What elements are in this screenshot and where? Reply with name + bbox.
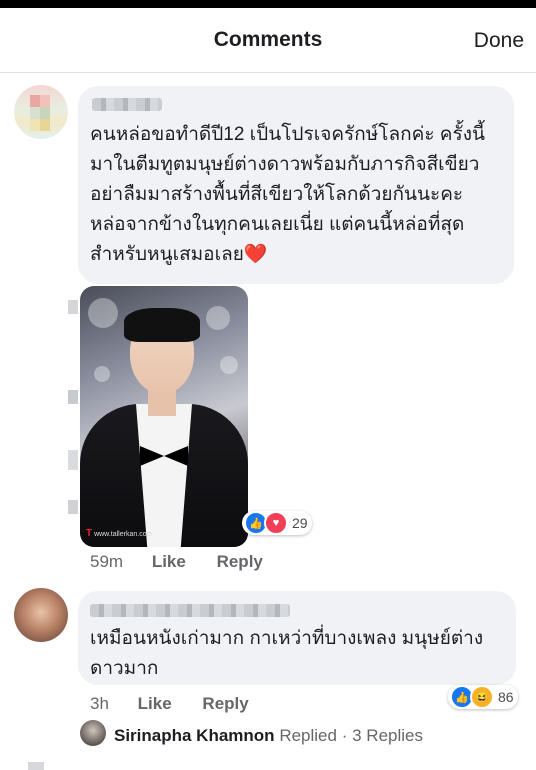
reaction-count: 29 bbox=[292, 515, 308, 531]
reaction-summary[interactable]: 👍 ♥ 29 bbox=[242, 511, 312, 535]
heart-icon: ♥ bbox=[264, 511, 288, 535]
comment-bubble: เหมือนหนังเก่ามาก กาเหว่าที่บางเพลง มนุษ… bbox=[78, 591, 516, 685]
commenter-name-blurred[interactable] bbox=[92, 98, 162, 111]
reply-count: 3 Replies bbox=[352, 726, 423, 745]
page-title: Comments bbox=[213, 28, 323, 51]
comment-text: เหมือนหนังเก่ามาก กาเหว่าที่บางเพลง มนุษ… bbox=[90, 628, 484, 679]
comment-time: 59m bbox=[90, 552, 124, 571]
comment-photo[interactable]: T www.tallerkan.com bbox=[80, 286, 248, 547]
like-button[interactable]: Like bbox=[152, 552, 186, 571]
replier-name: Sirinapha Khamnon bbox=[114, 726, 275, 745]
avatar[interactable] bbox=[14, 588, 68, 642]
photo-watermark: T www.tallerkan.com bbox=[86, 528, 153, 539]
bow-tie bbox=[140, 446, 188, 466]
reaction-summary[interactable]: 👍 😆 86 bbox=[448, 685, 518, 709]
avatar[interactable] bbox=[14, 85, 68, 139]
heart-emoji-icon: ❤️ bbox=[243, 244, 268, 265]
reply-button[interactable]: Reply bbox=[202, 694, 248, 713]
replied-label: Replied bbox=[279, 726, 337, 745]
separator-dot: · bbox=[341, 726, 348, 745]
laughing-face-icon: 😆 bbox=[470, 685, 494, 709]
comment-actions: 3h Like Reply bbox=[90, 694, 275, 714]
commenter-name-blurred[interactable] bbox=[90, 604, 290, 617]
comment-actions: 59m Like Reply bbox=[90, 552, 289, 572]
comment-text: คนหล่อขอทำดีปี12 เป็นโปรเจครักษ์โลกค่ะ ค… bbox=[90, 124, 485, 265]
view-replies-link[interactable]: Sirinapha Khamnon Replied · 3 Replies bbox=[114, 726, 423, 746]
status-bar bbox=[0, 0, 536, 8]
comments-header: Comments Done bbox=[0, 8, 536, 73]
like-button[interactable]: Like bbox=[138, 694, 172, 713]
reply-button[interactable]: Reply bbox=[217, 552, 263, 571]
comment-bubble: คนหล่อขอทำดีปี12 เป็นโปรเจครักษ์โลกค่ะ ค… bbox=[78, 86, 514, 284]
comment-time: 3h bbox=[90, 694, 109, 713]
reply-avatar[interactable] bbox=[80, 720, 106, 746]
reaction-count: 86 bbox=[498, 689, 514, 705]
done-button[interactable]: Done bbox=[474, 29, 524, 53]
